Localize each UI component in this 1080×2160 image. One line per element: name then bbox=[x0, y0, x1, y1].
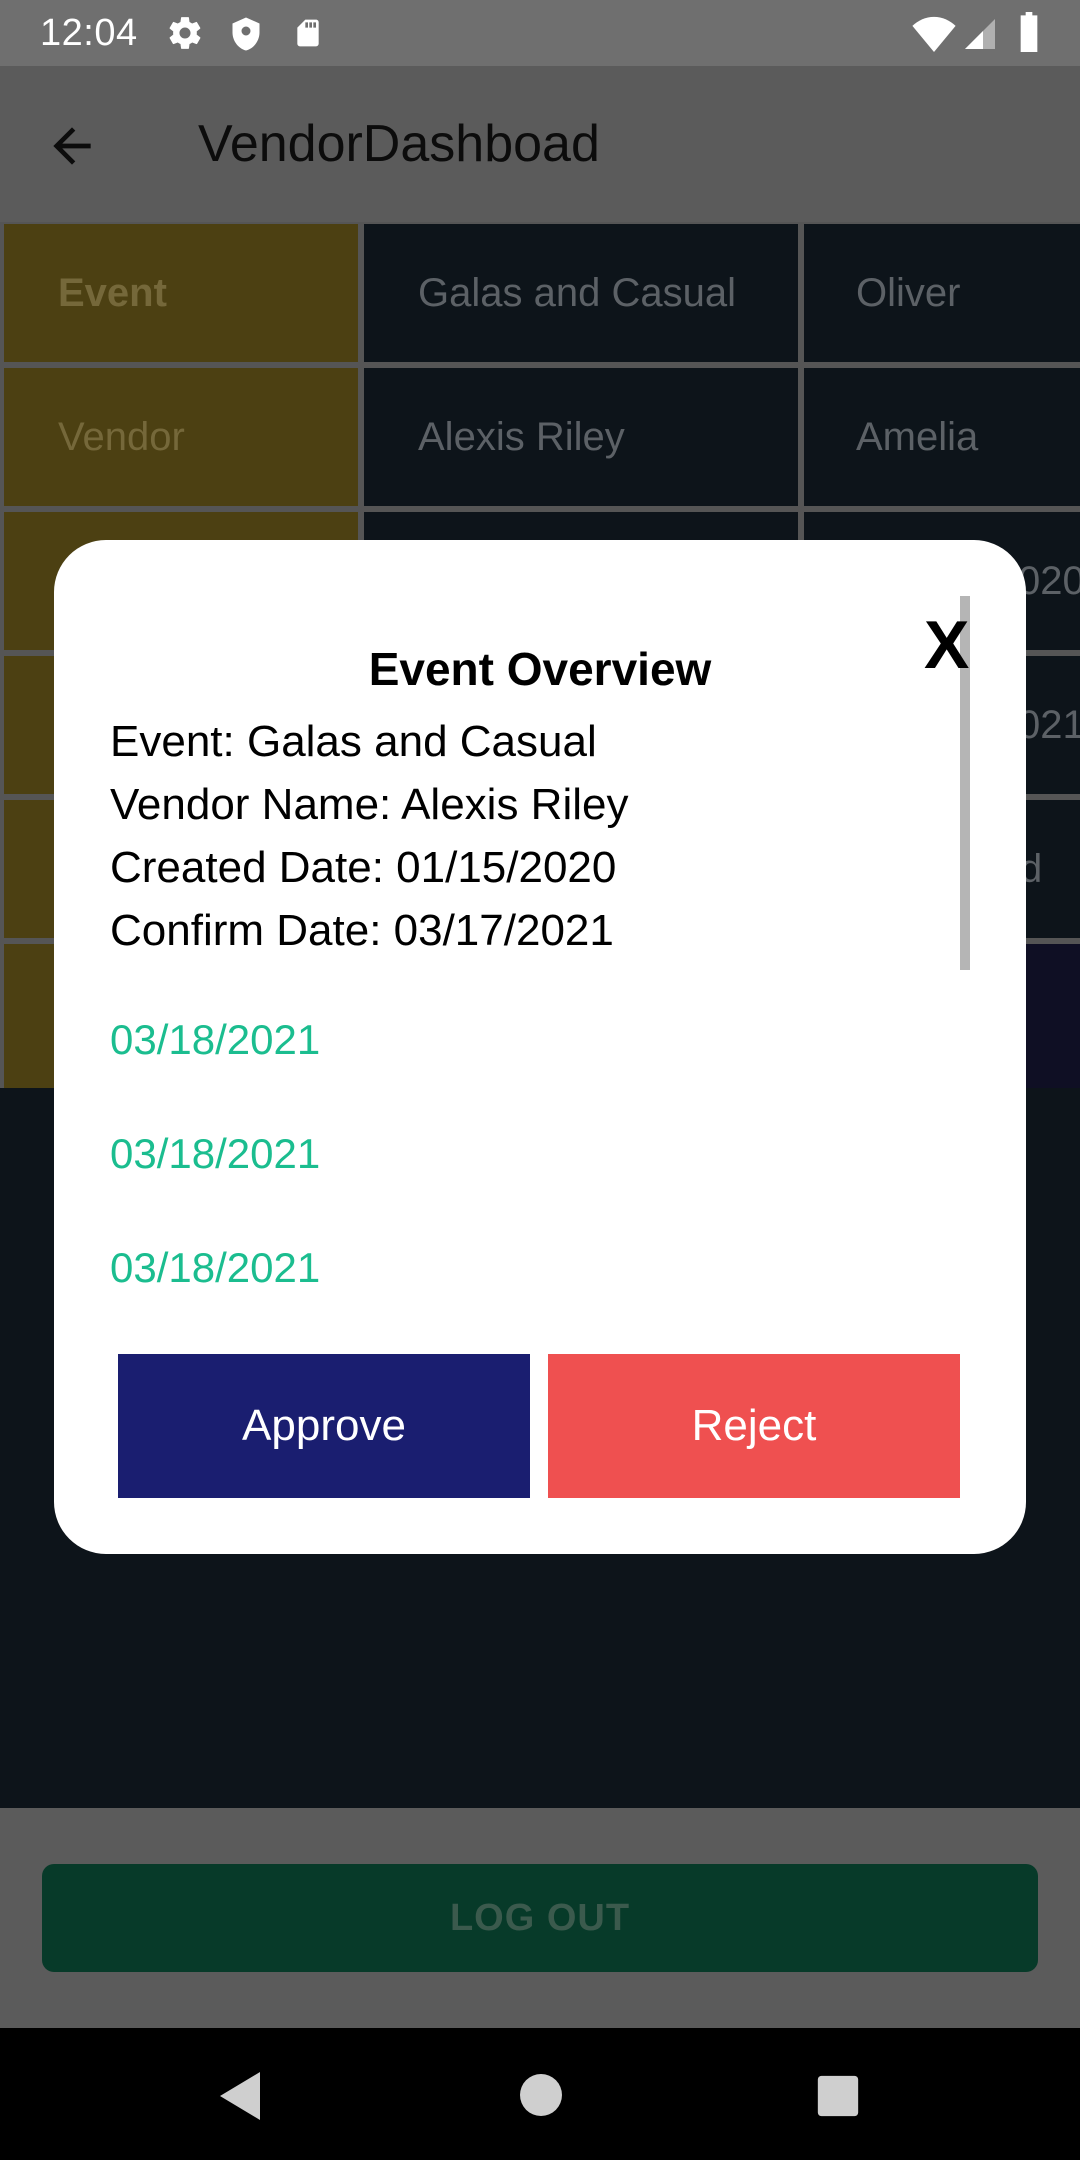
date-item[interactable]: 03/18/2021 bbox=[110, 1244, 320, 1292]
date-item[interactable]: 03/18/2021 bbox=[110, 1130, 320, 1178]
page-title: VendorDashboad bbox=[198, 115, 600, 173]
event-overview-dialog: X Event Overview Event: Galas and Casual… bbox=[54, 540, 1026, 1554]
system-nav-bar bbox=[0, 2028, 1080, 2160]
shield-icon bbox=[232, 17, 260, 51]
signal-icon bbox=[965, 19, 995, 49]
reject-button[interactable]: Reject bbox=[548, 1354, 960, 1498]
app-bar: VendorDashboad bbox=[0, 66, 1080, 222]
arrow-back-icon[interactable] bbox=[44, 118, 100, 174]
battery-icon bbox=[1020, 12, 1038, 52]
date-item[interactable]: 03/18/2021 bbox=[110, 1016, 320, 1064]
nav-recents-icon[interactable] bbox=[816, 2074, 860, 2118]
nav-back-icon[interactable] bbox=[216, 2070, 264, 2122]
event-line: Event: Galas and Casual bbox=[110, 717, 597, 766]
vendor-name-line: Vendor Name: Alexis Riley bbox=[110, 780, 629, 829]
status-bar: 12:04 bbox=[0, 0, 1080, 66]
status-time: 12:04 bbox=[40, 12, 138, 54]
table-cell[interactable]: Galas and Casual bbox=[364, 224, 798, 362]
bottom-bar: LOG OUT bbox=[0, 1808, 1080, 2028]
table-cell[interactable]: Oliver bbox=[804, 224, 1080, 362]
event-details: Event: Galas and Casual Vendor Name: Ale… bbox=[110, 710, 628, 962]
dialog-title: Event Overview bbox=[368, 643, 712, 695]
nav-home-icon[interactable] bbox=[520, 2074, 562, 2116]
approve-button[interactable]: Approve bbox=[118, 1354, 530, 1498]
gear-icon bbox=[169, 17, 201, 49]
row-label-vendor: Vendor bbox=[4, 368, 358, 506]
sd-card-icon bbox=[297, 19, 319, 47]
row-label-event: Event bbox=[4, 224, 358, 362]
table-cell[interactable]: Alexis Riley bbox=[364, 368, 798, 506]
confirm-date-line: Confirm Date: 03/17/2021 bbox=[110, 906, 614, 955]
table-cell[interactable]: Amelia bbox=[804, 368, 1080, 506]
logout-button[interactable]: LOG OUT bbox=[42, 1864, 1038, 1972]
app-screen: 12:04 VendorDashboad Event Galas and Cas… bbox=[0, 0, 1080, 2160]
wifi-icon bbox=[912, 16, 956, 52]
created-date-line: Created Date: 01/15/2020 bbox=[110, 843, 617, 892]
